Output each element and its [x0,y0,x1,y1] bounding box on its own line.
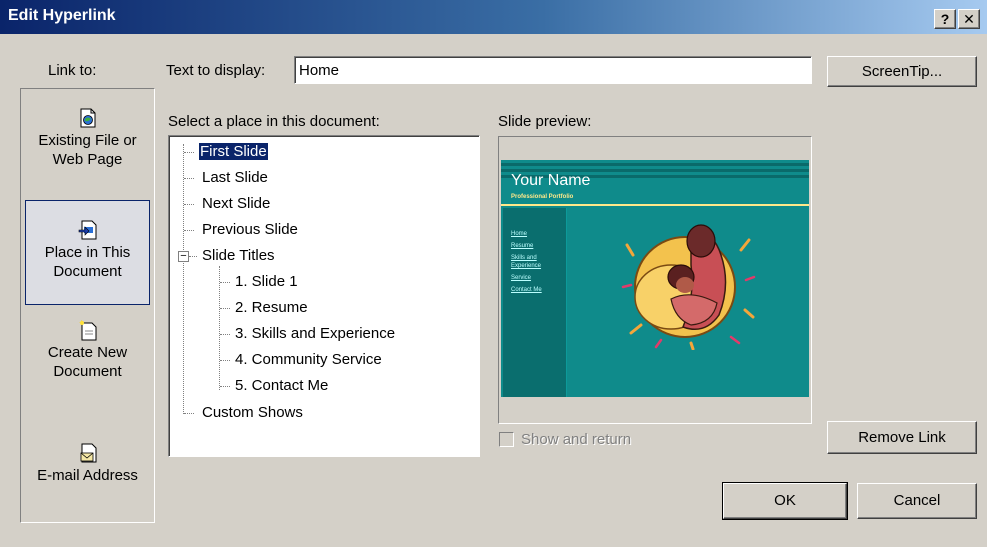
link-to-bar: Existing File or Web Page Place in This … [20,88,155,523]
screentip-button[interactable]: ScreenTip... [827,56,977,87]
title-bar[interactable]: Edit Hyperlink ? ✕ [0,0,987,34]
email-address-icon [80,443,96,463]
slide-preview: Your Name Professional Portfolio Home Re… [498,136,812,424]
help-button[interactable]: ? [934,9,956,29]
slide-nav-sidebar: Home Resume Skills and Experience Servic… [503,208,567,397]
tree-item-custom-shows[interactable]: Custom Shows [202,402,303,424]
show-and-return-checkbox[interactable] [499,432,514,447]
tree-item-community-service[interactable]: 4. Community Service [235,349,382,371]
slide-clipart-image [621,224,756,350]
link-to-create-line1: Create New [47,344,128,361]
tree-item-skills-experience[interactable]: 3. Skills and Experience [235,323,395,345]
link-to-label: Link to: [48,62,97,79]
dialog-title: Edit Hyperlink [8,7,116,24]
create-new-document-icon [78,320,96,341]
link-to-place-line1: Place in This [44,244,131,261]
text-to-display-input[interactable] [294,56,812,84]
text-to-display-label: Text to display: [166,62,266,79]
tree-item-last-slide[interactable]: Last Slide [202,167,268,189]
close-button[interactable]: ✕ [958,9,980,29]
slide-link: Resume [511,243,534,249]
link-to-place-line2: Document [53,263,122,280]
link-to-create-new-document[interactable]: Create New Document [25,319,150,424]
link-to-existing-file-line1: Existing File or [38,132,137,149]
tree-item-first-slide[interactable]: First Slide [198,141,269,163]
slide-thumbnail: Your Name Professional Portfolio Home Re… [501,160,809,397]
link-to-existing-file-line2: Web Page [52,151,123,168]
slide-subtitle: Professional Portfolio [511,194,574,200]
slide-link: Skills and [511,255,537,261]
slide-link: Contact Me [511,287,542,293]
link-to-existing-file[interactable]: Existing File or Web Page [25,107,150,212]
select-place-label: Select a place in this document: [168,113,380,130]
tree-item-contact-me[interactable]: 5. Contact Me [235,375,328,397]
slide-preview-label: Slide preview: [498,113,592,130]
tree-item-resume[interactable]: 2. Resume [235,297,308,319]
link-to-place-in-document[interactable]: Place in This Document [25,200,150,305]
place-in-document-icon [78,220,96,240]
remove-link-button[interactable]: Remove Link [827,421,977,454]
place-tree[interactable]: First Slide Last Slide Next Slide Previo… [168,135,480,457]
slide-link: Service [511,275,532,281]
link-to-email-address[interactable]: E-mail Address [25,442,150,547]
cancel-button[interactable]: Cancel [857,483,977,519]
slide-link: Experience [511,263,542,269]
collapse-toggle-icon[interactable]: − [178,251,189,262]
existing-file-icon [80,108,95,128]
tree-item-slide-1[interactable]: 1. Slide 1 [235,271,298,293]
ok-button[interactable]: OK [722,482,848,520]
tree-item-slide-titles[interactable]: Slide Titles [202,245,275,267]
show-and-return-label: Show and return [521,431,632,448]
slide-title: Your Name [511,172,591,189]
tree-item-previous-slide[interactable]: Previous Slide [202,219,298,241]
edit-hyperlink-dialog: Edit Hyperlink ? ✕ Link to: Existing Fil… [0,0,987,531]
link-to-create-line2: Document [53,363,122,380]
slide-link: Home [511,231,528,237]
tree-item-next-slide[interactable]: Next Slide [202,193,270,215]
link-to-email-line1: E-mail Address [37,467,138,484]
